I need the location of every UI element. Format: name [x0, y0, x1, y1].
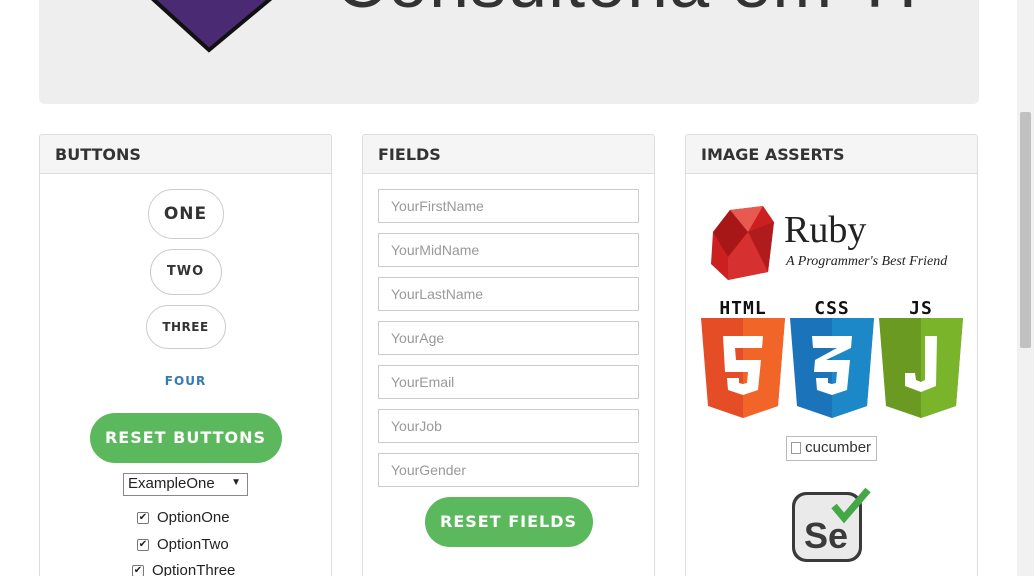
scrollbar-thumb[interactable] [1020, 112, 1031, 348]
css3-logo: CSS [790, 298, 874, 422]
reset-buttons-button[interactable]: RESET BUTTONS [89, 413, 282, 463]
js-logo: JS [879, 298, 963, 422]
css3-label: CSS [814, 298, 850, 319]
checkmark-icon: ✔ [137, 511, 149, 524]
buttons-panel: BUTTONS ONE TWO THREE FOUR RESET BUTTONS… [39, 134, 332, 576]
option-two-label: OptionTwo [157, 536, 229, 553]
option-three-checkbox[interactable]: ✔ OptionThree [132, 562, 235, 576]
button-four[interactable]: FOUR [40, 374, 331, 388]
buttons-panel-heading: BUTTONS [40, 135, 331, 174]
page-title: Consultoria em TI [335, 0, 919, 24]
js-label: JS [909, 298, 933, 319]
html5-logo: HTML [701, 298, 785, 422]
broken-image-icon [791, 442, 801, 455]
option-two-checkbox[interactable]: ✔ OptionTwo [137, 536, 229, 553]
fields-panel-heading: FIELDS [363, 135, 654, 174]
page-scrollbar[interactable] [1017, 0, 1034, 576]
html5-shield-icon [701, 318, 785, 418]
age-input[interactable]: YourAge [378, 321, 639, 355]
option-three-label: OptionThree [152, 562, 236, 576]
css3-shield-icon [790, 318, 874, 418]
image-asserts-panel-heading: IMAGE ASSERTS [686, 135, 977, 174]
email-input[interactable]: YourEmail [378, 365, 639, 399]
logo-icon [151, 0, 273, 53]
first-name-input[interactable]: YourFirstName [378, 189, 639, 223]
selenium-logo-icon: Se [792, 487, 871, 562]
example-select[interactable]: ExampleOne ▼ [123, 473, 248, 496]
html5-label: HTML [719, 298, 767, 319]
fields-panel: FIELDS YourFirstName YourMidName YourLas… [362, 134, 655, 576]
option-one-checkbox[interactable]: ✔ OptionOne [137, 509, 230, 526]
checkmark-icon: ✔ [132, 564, 144, 576]
option-one-label: OptionOne [157, 509, 230, 526]
chevron-down-icon: ▼ [231, 477, 241, 488]
checkmark-icon: ✔ [137, 538, 149, 551]
ruby-logo: Ruby A Programmer's Best Friend [708, 202, 958, 288]
cucumber-broken-image: cucumber [786, 436, 877, 461]
ruby-logo-tagline: A Programmer's Best Friend [786, 254, 948, 269]
gender-input[interactable]: YourGender [378, 453, 639, 487]
example-select-value: ExampleOne [128, 475, 215, 492]
ruby-logo-word: Ruby [784, 209, 867, 251]
mid-name-input[interactable]: YourMidName [378, 233, 639, 267]
job-input[interactable]: YourJob [378, 409, 639, 443]
js-shield-icon [879, 318, 963, 418]
ruby-gem-icon [711, 206, 774, 280]
reset-fields-button[interactable]: RESET FIELDS [424, 497, 593, 547]
page: Consultoria em TI BUTTONS ONE TWO THREE … [0, 0, 1034, 576]
last-name-input[interactable]: YourLastName [378, 277, 639, 311]
button-two[interactable]: TWO [149, 249, 222, 295]
cucumber-alt-text: cucumber [805, 439, 872, 456]
button-one[interactable]: ONE [147, 189, 224, 239]
svg-text:Se: Se [804, 515, 848, 556]
button-three[interactable]: THREE [145, 305, 226, 349]
header-banner: Consultoria em TI [39, 0, 979, 104]
image-asserts-panel: IMAGE ASSERTS Ruby A Programmer's Best F… [685, 134, 978, 576]
